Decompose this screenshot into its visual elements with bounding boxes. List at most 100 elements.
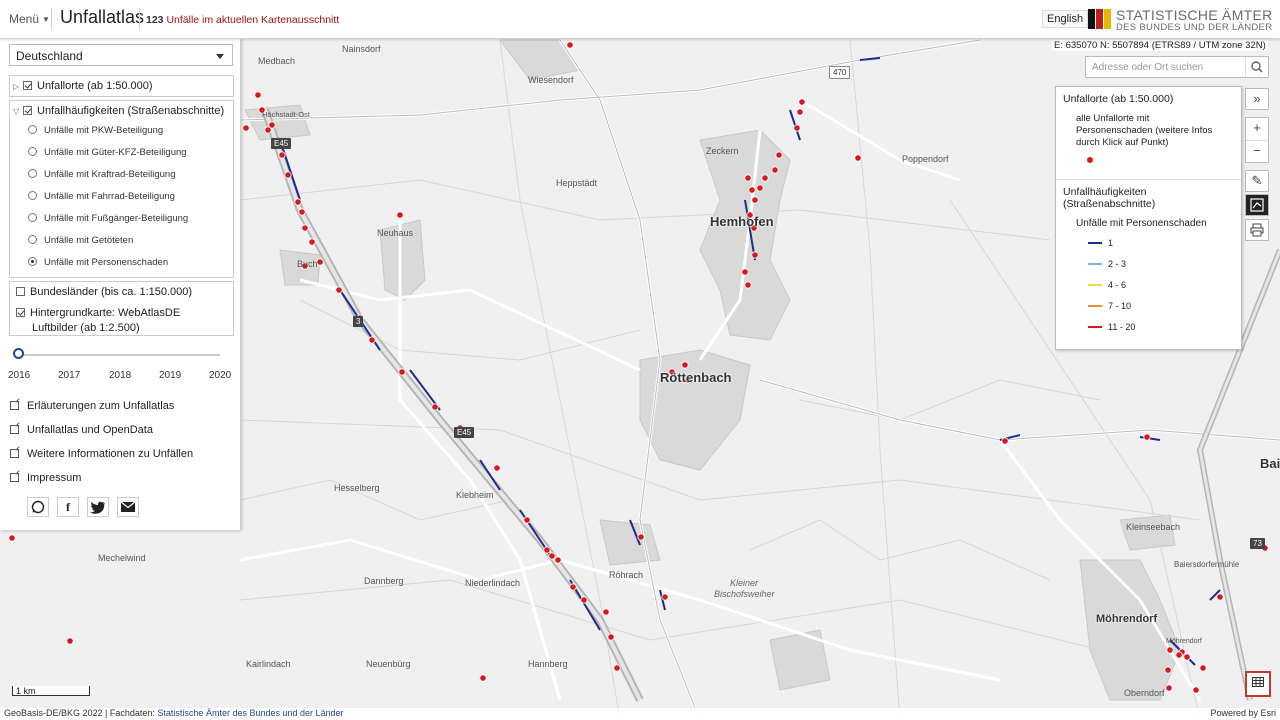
accident-point[interactable] [796,108,804,116]
layer-checkbox[interactable] [23,81,32,90]
year-slider-track[interactable] [20,354,220,356]
accident-point[interactable] [569,583,577,591]
legend-toggle-button[interactable] [1245,194,1269,216]
accident-point[interactable] [242,124,250,132]
layer-checkbox[interactable] [16,308,25,317]
accident-point[interactable] [1216,593,1224,601]
print-button[interactable] [1245,219,1269,241]
language-button[interactable]: English [1042,10,1089,28]
accident-point[interactable] [368,336,376,344]
expand-arrow-icon[interactable]: ▷ [13,82,23,91]
accident-point[interactable] [1183,653,1191,661]
year-tick[interactable]: 2018 [109,370,131,381]
accident-point[interactable] [761,174,769,182]
accident-point[interactable] [254,91,262,99]
accident-point[interactable] [661,593,669,601]
accident-point[interactable] [543,546,551,554]
accident-point[interactable] [479,674,487,682]
layer-option[interactable]: Unfälle mit Fußgänger-Beteiligung [28,213,188,224]
accident-point[interactable] [66,637,74,645]
zoom-out-button[interactable]: − [1246,141,1268,163]
layer-option[interactable]: Unfälle mit Getöteten [28,235,133,246]
accident-point[interactable] [637,533,645,541]
accident-point[interactable] [566,41,574,49]
accident-point[interactable] [264,126,272,134]
accident-point[interactable] [602,608,610,616]
layer-checkbox[interactable] [16,287,25,296]
accident-point[interactable] [284,171,292,179]
accident-point[interactable] [1192,686,1200,694]
facebook-icon[interactable]: f [57,497,79,517]
accident-point[interactable] [775,151,783,159]
accident-point[interactable] [301,224,309,232]
whatsapp-icon[interactable] [27,497,49,517]
collapse-arrow-icon[interactable]: ▽ [13,107,23,116]
menu-button[interactable]: Menü ▼ [9,12,50,26]
layer-option[interactable]: Unfälle mit PKW-Beteiligung [28,125,163,136]
accident-point[interactable] [335,286,343,294]
accident-point[interactable] [607,633,615,641]
accident-point[interactable] [1199,664,1207,672]
accident-point[interactable] [298,208,306,216]
radio-button[interactable] [28,169,37,178]
accident-point[interactable] [756,184,764,192]
radio-button[interactable] [28,213,37,222]
accident-point[interactable] [548,552,556,560]
radio-button[interactable] [28,147,37,156]
statistische-aemter-logo[interactable]: STATISTISCHE ÄMTER DES BUNDES UND DER LÄ… [1088,7,1278,33]
radio-button[interactable] [28,257,37,266]
accident-point[interactable] [1165,684,1173,692]
layer-hintergrundkarte[interactable]: Hintergrundkarte: WebAtlasDE [16,307,180,319]
accident-point[interactable] [613,664,621,672]
link-impressum[interactable]: Impressum [10,472,81,484]
layer-unfallhaeufigkeiten[interactable]: ▽ Unfallhäufigkeiten (Straßenabschnitte) [13,105,224,117]
zoom-in-button[interactable]: + [1246,118,1268,141]
accident-point[interactable] [523,516,531,524]
accident-point[interactable] [751,251,759,259]
search-input[interactable]: Adresse oder Ort suchen [1092,62,1203,73]
region-select[interactable]: Deutschland [9,44,233,66]
year-tick[interactable]: 2019 [159,370,181,381]
accident-point[interactable] [1175,651,1183,659]
accident-point[interactable] [1001,437,1009,445]
radio-button[interactable] [28,125,37,134]
accident-point[interactable] [396,211,404,219]
draw-button[interactable]: ✎ [1245,170,1269,192]
accident-point[interactable] [771,166,779,174]
accident-point[interactable] [294,198,302,206]
accident-point[interactable] [1164,666,1172,674]
accident-point[interactable] [1166,646,1174,654]
layer-unfallorte[interactable]: ▷ Unfallorte (ab 1:50.000) [13,80,153,92]
twitter-icon[interactable] [87,497,109,517]
layer-option[interactable]: Unfälle mit Kraftrad-Beteiligung [28,169,175,180]
search-box[interactable]: Adresse oder Ort suchen [1085,56,1269,78]
accident-point[interactable] [681,361,689,369]
accident-point[interactable] [748,186,756,194]
link-erlaeuterungen[interactable]: Erläuterungen zum Unfallatlas [10,400,174,412]
accident-point[interactable] [493,464,501,472]
accident-point[interactable] [316,258,324,266]
search-button[interactable] [1245,57,1268,77]
year-tick[interactable]: 2017 [58,370,80,381]
attribution-link[interactable]: Statistische Ämter des Bundes und der Lä… [157,708,343,718]
accident-point[interactable] [741,268,749,276]
radio-button[interactable] [28,235,37,244]
link-opendata[interactable]: Unfallatlas und OpenData [10,424,153,436]
accident-point[interactable] [308,238,316,246]
radio-button[interactable] [28,191,37,200]
esri-attribution[interactable]: Powered by Esri [1210,708,1276,718]
layer-checkbox[interactable] [23,106,32,115]
accident-point[interactable] [278,151,286,159]
link-weitere-informationen[interactable]: Weitere Informationen zu Unfällen [10,448,193,460]
year-tick[interactable]: 2016 [8,370,30,381]
accident-point[interactable] [854,154,862,162]
accident-point[interactable] [793,124,801,132]
accident-point[interactable] [398,368,406,376]
accident-point[interactable] [554,556,562,564]
accident-point[interactable] [8,534,16,542]
layer-option[interactable]: Unfälle mit Personenschaden [28,257,168,268]
accident-point[interactable] [431,403,439,411]
year-tick[interactable]: 2020 [209,370,231,381]
layer-option[interactable]: Unfälle mit Fahrrad-Beteiligung [28,191,175,202]
table-view-button[interactable] [1245,671,1271,697]
